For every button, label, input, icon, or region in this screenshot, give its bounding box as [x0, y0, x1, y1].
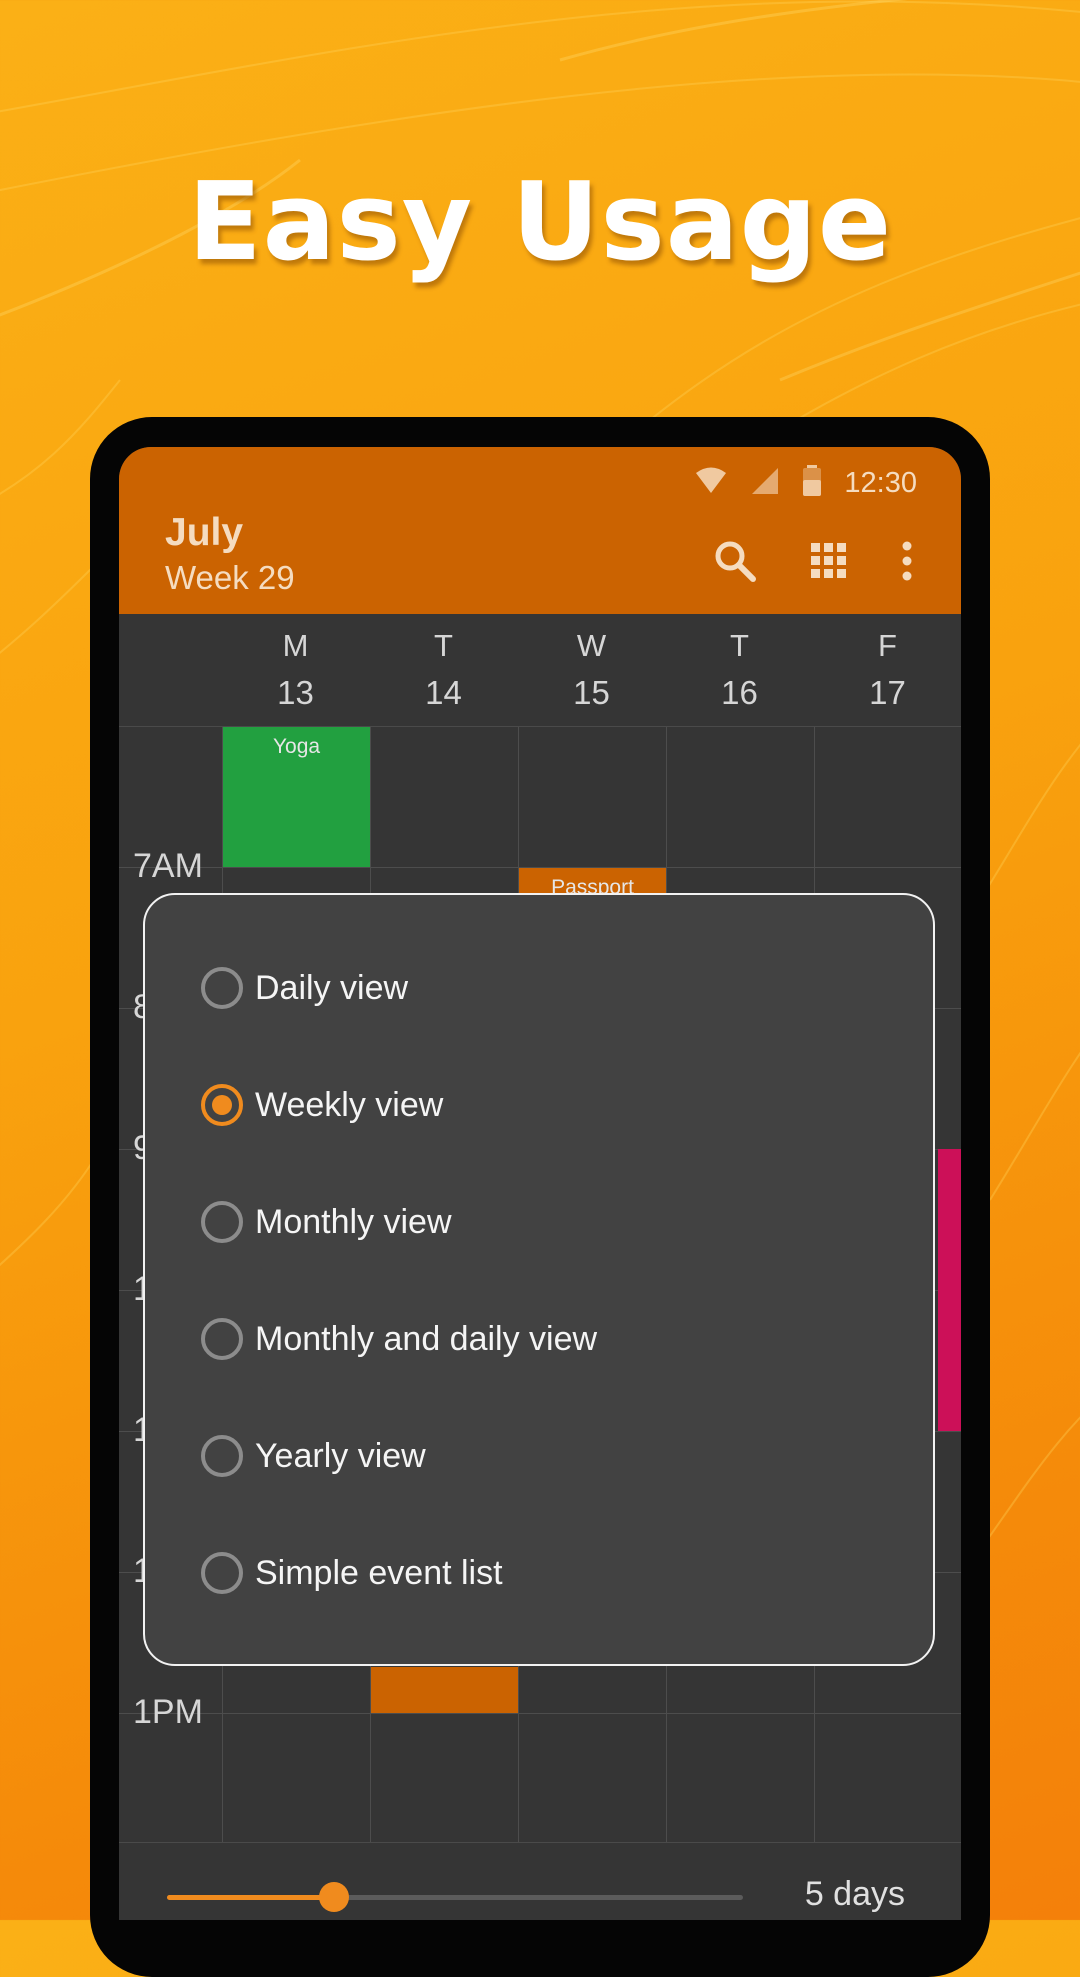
day-number: 16 [721, 674, 758, 711]
headline: Easy Usage [187, 160, 893, 285]
option-label: Daily view [255, 968, 409, 1007]
signal-icon [750, 466, 780, 501]
app-bar: 12:30 July Week 29 [119, 447, 961, 614]
days-slider-bar: 5 days [119, 1842, 961, 1920]
week-days-header: M 13 T 14 W 15 T 16 F 17 [119, 614, 961, 727]
grid-icon[interactable] [805, 537, 853, 585]
day-number: 14 [425, 674, 462, 711]
day-column-header[interactable]: W 15 [518, 614, 665, 726]
event-block[interactable] [938, 1149, 961, 1431]
day-letter: W [576, 628, 607, 663]
view-option-monthly-daily[interactable]: Monthly and daily view [201, 1309, 597, 1369]
day-column-header[interactable]: M 13 [222, 614, 369, 726]
option-label: Weekly view [255, 1085, 444, 1124]
week-subtitle: Week 29 [165, 559, 295, 596]
day-letter: T [730, 628, 749, 663]
time-label: 1PM [133, 1693, 203, 1731]
day-number: 17 [869, 674, 906, 711]
radio-button[interactable] [201, 1435, 243, 1477]
day-letter: F [878, 628, 897, 663]
slider-value: 5 days [804, 1875, 905, 1913]
radio-button[interactable] [201, 1552, 243, 1594]
day-number: 13 [277, 674, 314, 711]
search-icon[interactable] [711, 537, 759, 585]
slider-thumb[interactable] [319, 1882, 350, 1912]
view-option-monthly[interactable]: Monthly view [201, 1192, 452, 1252]
radio-button[interactable] [201, 967, 243, 1009]
view-option-daily[interactable]: Daily view [201, 958, 408, 1018]
option-label: Monthly view [255, 1202, 452, 1241]
view-option-yearly[interactable]: Yearly view [201, 1426, 426, 1486]
radio-button[interactable] [201, 1084, 243, 1126]
radio-button[interactable] [201, 1318, 243, 1360]
grid-divider [119, 1713, 961, 1714]
view-picker-dialog: Daily view Weekly view Monthly view Mont… [143, 893, 935, 1666]
days-slider[interactable] [167, 1882, 743, 1912]
battery-icon [802, 464, 822, 502]
day-letter: T [434, 628, 453, 663]
option-label: Yearly view [255, 1436, 426, 1475]
day-column-header[interactable]: T 16 [666, 614, 813, 726]
view-option-event-list[interactable]: Simple event list [201, 1543, 503, 1603]
status-bar: 12:30 [694, 461, 917, 505]
day-number: 15 [573, 674, 610, 711]
day-column-header[interactable]: F 17 [814, 614, 961, 726]
view-option-weekly[interactable]: Weekly view [201, 1075, 443, 1135]
day-column-header[interactable]: T 14 [370, 614, 517, 726]
option-label: Monthly and daily view [255, 1319, 598, 1358]
wifi-icon [694, 466, 728, 501]
day-letter: M [282, 628, 309, 663]
event-title: Yoga [272, 735, 321, 758]
more-vert-icon[interactable] [883, 537, 931, 585]
page-title: July [165, 511, 244, 554]
time-label: 7AM [133, 847, 203, 885]
event-block[interactable] [371, 1667, 518, 1713]
radio-button[interactable] [201, 1201, 243, 1243]
option-label: Simple event list [255, 1553, 503, 1592]
event-block[interactable]: Yoga [223, 727, 370, 867]
slider-fill [167, 1895, 335, 1900]
status-time: 12:30 [844, 466, 917, 499]
